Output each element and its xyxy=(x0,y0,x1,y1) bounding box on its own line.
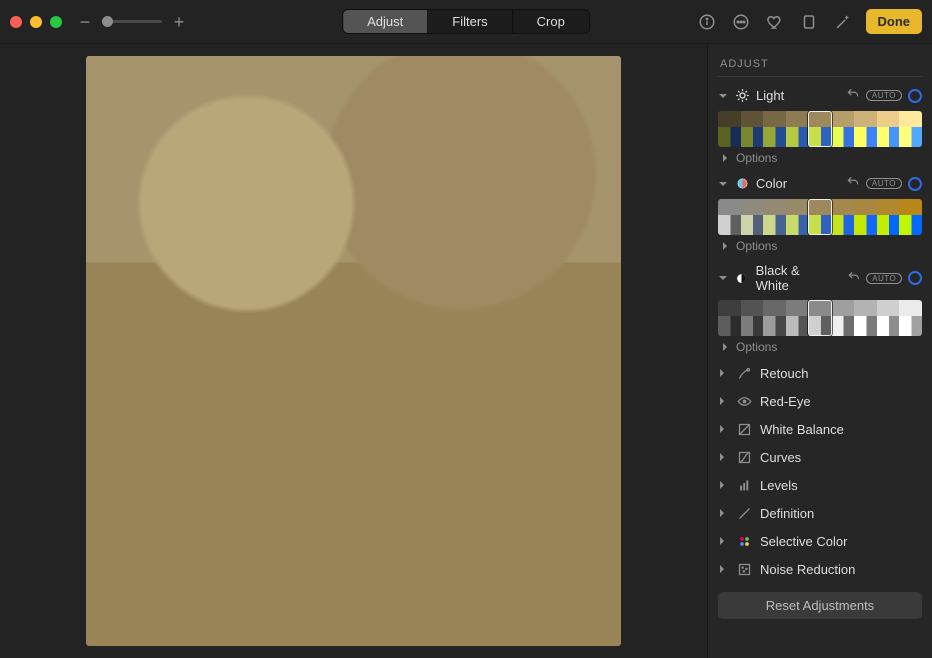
auto-enhance-icon[interactable] xyxy=(832,11,854,33)
tab-adjust[interactable]: Adjust xyxy=(343,10,428,33)
selective-icon xyxy=(736,533,752,549)
row-wb-label: White Balance xyxy=(760,422,844,437)
panel-title: ADJUST xyxy=(718,54,922,72)
chevron-right-icon xyxy=(717,564,727,574)
color-thumbnails[interactable] xyxy=(718,199,922,235)
row-redeye[interactable]: Red-Eye xyxy=(718,388,922,414)
row-levels-label: Levels xyxy=(760,478,798,493)
retouch-icon xyxy=(736,365,752,381)
photo-preview[interactable] xyxy=(86,56,621,646)
chevron-right-icon[interactable] xyxy=(720,342,730,352)
zoom-slider[interactable] xyxy=(102,20,162,23)
chevron-right-icon xyxy=(717,396,727,406)
bw-options-label[interactable]: Options xyxy=(736,340,777,354)
row-retouch-label: Retouch xyxy=(760,366,808,381)
enable-ring[interactable] xyxy=(908,89,922,103)
bw-thumbnails[interactable] xyxy=(718,300,922,336)
tab-filters[interactable]: Filters xyxy=(428,10,512,33)
zoom-in-button[interactable]: + xyxy=(170,13,188,31)
levels-icon xyxy=(736,477,752,493)
row-retouch[interactable]: Retouch xyxy=(718,360,922,386)
adjust-sidebar: ADJUST Light AUTO xyxy=(707,44,932,658)
edit-mode-tabs: Adjust Filters Crop xyxy=(342,9,590,34)
fullscreen-window-button[interactable] xyxy=(50,16,62,28)
light-icon xyxy=(734,88,750,104)
row-curves-label: Curves xyxy=(760,450,801,465)
row-curves[interactable]: Curves xyxy=(718,444,922,470)
wb-icon xyxy=(736,421,752,437)
color-options-label[interactable]: Options xyxy=(736,239,777,253)
row-noise-label: Noise Reduction xyxy=(760,562,855,577)
toolbar: − + Adjust Filters Crop Done xyxy=(0,0,932,44)
light-marker[interactable] xyxy=(808,111,832,147)
auto-button[interactable]: AUTO xyxy=(866,90,902,101)
zoom-controls: − + xyxy=(76,13,188,31)
curves-icon xyxy=(736,449,752,465)
light-options-label[interactable]: Options xyxy=(736,151,777,165)
zoom-out-button[interactable]: − xyxy=(76,13,94,31)
adjust-bw: Black & White AUTO Options xyxy=(718,261,922,358)
chevron-down-icon[interactable] xyxy=(718,273,728,283)
row-selective[interactable]: Selective Color xyxy=(718,528,922,554)
chevron-right-icon[interactable] xyxy=(720,241,730,251)
favorite-icon[interactable] xyxy=(764,11,786,33)
auto-button[interactable]: AUTO xyxy=(866,178,902,189)
main-area: ADJUST Light AUTO xyxy=(0,44,932,658)
chevron-right-icon xyxy=(717,424,727,434)
bw-icon xyxy=(734,270,750,286)
undo-icon[interactable] xyxy=(846,175,860,192)
light-thumbnails[interactable] xyxy=(718,111,922,147)
definition-icon xyxy=(736,505,752,521)
chevron-right-icon xyxy=(717,536,727,546)
tab-crop[interactable]: Crop xyxy=(513,10,589,33)
row-definition-label: Definition xyxy=(760,506,814,521)
adjust-color-label: Color xyxy=(756,176,787,191)
row-wb[interactable]: White Balance xyxy=(718,416,922,442)
chevron-down-icon[interactable] xyxy=(718,179,728,189)
auto-button[interactable]: AUTO xyxy=(866,273,902,284)
aspect-icon[interactable] xyxy=(798,11,820,33)
divider xyxy=(718,76,922,77)
toolbar-right: Done xyxy=(696,9,923,34)
color-marker[interactable] xyxy=(808,199,832,235)
enable-ring[interactable] xyxy=(908,177,922,191)
row-selective-label: Selective Color xyxy=(760,534,847,549)
color-icon xyxy=(734,176,750,192)
adjust-light: Light AUTO Options xyxy=(718,85,922,169)
adjust-color: Color AUTO Options xyxy=(718,173,922,257)
row-noise[interactable]: Noise Reduction xyxy=(718,556,922,582)
row-levels[interactable]: Levels xyxy=(718,472,922,498)
adjust-bw-label: Black & White xyxy=(756,263,835,293)
canvas-area xyxy=(0,44,707,658)
zoom-slider-handle[interactable] xyxy=(102,16,113,27)
reset-adjustments-button[interactable]: Reset Adjustments xyxy=(718,592,922,619)
more-icon[interactable] xyxy=(730,11,752,33)
chevron-right-icon xyxy=(717,508,727,518)
window-controls xyxy=(10,16,62,28)
chevron-right-icon xyxy=(717,368,727,378)
chevron-right-icon xyxy=(717,452,727,462)
row-definition[interactable]: Definition xyxy=(718,500,922,526)
info-icon[interactable] xyxy=(696,11,718,33)
redeye-icon xyxy=(736,393,752,409)
minimize-window-button[interactable] xyxy=(30,16,42,28)
enable-ring[interactable] xyxy=(908,271,922,285)
undo-icon[interactable] xyxy=(846,87,860,104)
bw-marker[interactable] xyxy=(808,300,832,336)
chevron-down-icon[interactable] xyxy=(718,91,728,101)
close-window-button[interactable] xyxy=(10,16,22,28)
chevron-right-icon[interactable] xyxy=(720,153,730,163)
undo-icon[interactable] xyxy=(847,270,861,287)
chevron-right-icon xyxy=(717,480,727,490)
noise-icon xyxy=(736,561,752,577)
adjust-light-label: Light xyxy=(756,88,784,103)
row-redeye-label: Red-Eye xyxy=(760,394,811,409)
done-button[interactable]: Done xyxy=(866,9,923,34)
